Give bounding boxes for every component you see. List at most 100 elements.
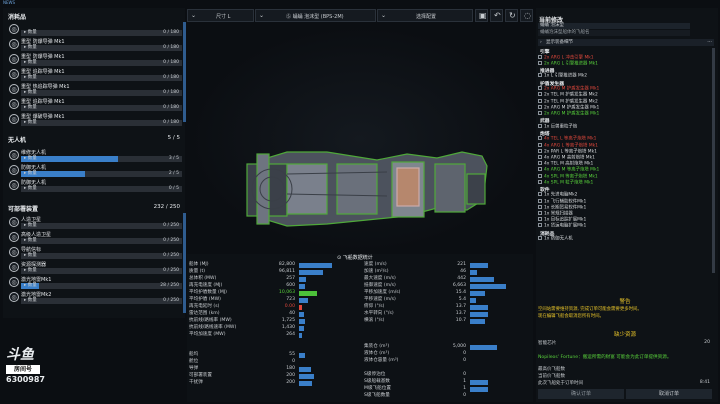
checkbox-icon[interactable]	[538, 236, 542, 241]
modification-item[interactable]: 2x ARG L 引擎推进器 Mk1	[538, 60, 708, 67]
item-quantity-bar[interactable]: ▸ 数量 0 / 250	[21, 238, 182, 244]
checkbox-icon[interactable]	[538, 198, 542, 203]
ship-name-input[interactable]: 蛹蛹泡沫型船体的飞船名	[538, 30, 690, 36]
checkbox-icon[interactable]	[538, 204, 542, 209]
modification-item[interactable]: 1x 目标追踪扩展Mk1	[538, 217, 708, 223]
deployable-item[interactable]: ◎ 资源探测器 ▸ 数量 0 / 250	[7, 260, 183, 274]
item-quantity-bar[interactable]: ▸ 数量 0 / 180	[21, 105, 182, 111]
item-quantity-bar[interactable]: ▸ 数量 2 / 5	[21, 171, 182, 177]
checkbox-icon[interactable]	[538, 148, 542, 153]
modification-item[interactable]: 4x SPL M 粒子炮塔 Mk1	[538, 179, 708, 186]
modification-item[interactable]: 2x TEL M 护盾发生器 Mk2	[538, 98, 708, 105]
checkbox-icon[interactable]	[538, 92, 542, 97]
left-scrollbar-2[interactable]	[183, 213, 186, 313]
consumable-item[interactable]: ◎ 重型 热追踪导弹 Mk1 ▸ 数量 0 / 180	[7, 82, 183, 96]
config-dropdown[interactable]: ⌄ 选择配置	[377, 9, 473, 22]
item-quantity-bar[interactable]: ▸ 数量 0 / 180	[21, 75, 182, 81]
item-quantity-bar[interactable]: ▸ 数量 0 / 180	[21, 90, 182, 96]
left-scrollbar[interactable]	[183, 22, 186, 122]
item-quantity-bar[interactable]: ▸ 数量 0 / 250	[21, 223, 182, 229]
item-quantity-bar[interactable]: ▸ 数量 0 / 180	[21, 45, 182, 51]
modification-item[interactable]: 1x 防御无人机	[538, 236, 708, 242]
item-quantity-bar[interactable]: ▸ 数量 3 / 5	[21, 156, 182, 162]
modification-item[interactable]: 2x PAR L 等离子炮塔 Mk1	[538, 148, 708, 155]
item-quantity-bar[interactable]: ▸ 数量 0 / 180	[21, 30, 182, 36]
checkbox-icon[interactable]	[538, 217, 542, 222]
stat-bar	[470, 386, 488, 392]
checkbox-icon[interactable]	[538, 86, 542, 91]
modification-item[interactable]: 4x ARG M 等离子炮塔 Mk1	[538, 167, 708, 173]
drone-item[interactable]: ◎ 防御无人机 ▸ 数量 2 / 5	[7, 163, 183, 177]
modification-item[interactable]: 1x 常规扫描器	[538, 211, 708, 217]
consumable-item[interactable]: ◎ 重型 追踪导弹 Mk1 ▸ 数量 0 / 180	[7, 97, 183, 111]
modification-item[interactable]: 2x TEL M 护盾发生器 Mk2	[538, 92, 708, 98]
undo-button[interactable]: ↶	[490, 9, 503, 22]
ship-name-field[interactable]: 蛹蛹 泡沫型	[538, 23, 690, 29]
checkbox-icon[interactable]	[538, 98, 542, 103]
checkbox-icon[interactable]	[538, 60, 542, 65]
stat-bar	[299, 283, 305, 289]
modification-item[interactable]: 4x TEL L 等离子炮塔 Mk1	[538, 136, 708, 142]
ship-viewport[interactable]	[187, 24, 533, 254]
drone-item[interactable]: ◎ 维修无人机 ▸ 数量 3 / 5	[7, 148, 183, 162]
modification-item[interactable]: 1x L 引擎推进器 Mk2	[538, 73, 708, 79]
modification-item[interactable]: 4x SPL M 等离子炮塔 Mk1	[538, 173, 708, 180]
modification-item[interactable]: 1x 飞行辅助软件Mk1	[538, 198, 708, 205]
modification-item[interactable]: 2x ARG L 冲击引擎 Mk1	[538, 54, 708, 61]
modification-item[interactable]: 4x ARG L 等离子炮塔 Mk1	[538, 142, 708, 149]
checkbox-icon[interactable]	[538, 142, 542, 147]
detail-bar-options[interactable]: ···	[676, 39, 714, 46]
checkbox-icon[interactable]	[538, 123, 542, 128]
save-button[interactable]: ▣	[475, 9, 488, 22]
item-quantity-bar[interactable]: ▸ 数量 28 / 250	[21, 283, 182, 289]
deployable-item[interactable]: ◎ 导航信标 ▸ 数量 0 / 250	[7, 245, 183, 259]
drone-item[interactable]: ◎ 防御无人机 ▸ 数量 0 / 5	[7, 178, 183, 192]
consumable-item[interactable]: ◎ 重型 防爆导弹 Mk1 ▸ 数量 0 / 180	[7, 37, 183, 51]
modification-item[interactable]: 1x 巨兽重粒子炮	[538, 123, 708, 130]
checkbox-icon[interactable]	[538, 110, 542, 115]
refresh-button[interactable]: ◌	[520, 9, 533, 22]
modification-item[interactable]: 1x 先进电脑Mk2	[538, 192, 708, 198]
deployable-item[interactable]: ◎ 人造卫星 ▸ 数量 0 / 250	[7, 215, 183, 229]
checkbox-icon[interactable]	[538, 173, 542, 178]
modification-item[interactable]: 2x ARG M 护盾发生器 Mk1	[538, 86, 708, 92]
deployable-item[interactable]: ◎ 激光地雷Mk1 ▸ 数量 28 / 250	[7, 275, 183, 289]
modification-item[interactable]: 1x 长期贸易软件Mk1	[538, 204, 708, 211]
checkbox-icon[interactable]	[538, 161, 542, 166]
confirm-order-button[interactable]: 确认订单	[538, 389, 624, 399]
equipment-detail-toggle[interactable]: › 显示装备细节	[538, 39, 686, 46]
checkbox-icon[interactable]	[538, 104, 542, 109]
deployable-item[interactable]: ◎ 高级人造卫星 ▸ 数量 0 / 250	[7, 230, 183, 244]
item-quantity-bar[interactable]: ▸ 数量 0 / 250	[21, 268, 182, 274]
checkbox-icon[interactable]	[538, 192, 542, 197]
modification-item[interactable]: 4x TEL M 高射炮塔 Mk1	[538, 161, 708, 167]
size-dropdown[interactable]: ⌄ 尺寸 L	[187, 9, 254, 22]
checkbox-icon[interactable]	[538, 136, 542, 141]
right-scrollbar[interactable]	[712, 48, 715, 273]
modification-item[interactable]: 4x ARG M 高射炮塔 Mk1	[538, 154, 708, 161]
checkbox-icon[interactable]	[538, 179, 542, 184]
checkbox-icon[interactable]	[538, 154, 542, 159]
checkbox-icon[interactable]	[538, 167, 542, 172]
consumable-item[interactable]: ◎ 重型 爆破导弹 Mk1 ▸ 数量 0 / 180	[7, 112, 183, 126]
item-quantity-bar[interactable]: ▸ 数量 0 / 250	[21, 253, 182, 259]
item-quantity-bar[interactable]: ▸ 数量 0 / 5	[21, 186, 182, 192]
checkbox-icon[interactable]	[538, 211, 542, 215]
checkbox-icon[interactable]	[538, 73, 542, 78]
item-quantity-bar[interactable]: ▸ 数量 0 / 180	[21, 60, 182, 66]
checkbox-icon[interactable]	[538, 54, 542, 59]
consumable-item[interactable]: ◎ ▸ 数量 0 / 180	[7, 22, 183, 36]
modification-item[interactable]: 2x ARG M 护盾发生器 Mk1	[538, 110, 708, 117]
cost-label: 当前价飞船数	[538, 374, 565, 379]
ship-dropdown[interactable]: ⌄ Ⓢ 蛹蛹 泡沫型 (BPS-2M)	[255, 9, 376, 22]
cancel-order-button[interactable]: 取消订单	[626, 389, 712, 399]
modification-item[interactable]: 1x 货运电脑扩展Mk1	[538, 223, 708, 229]
modification-item[interactable]: 2x ARG M 护盾发生器 Mk1	[538, 104, 708, 111]
checkbox-icon[interactable]	[538, 223, 542, 228]
consumable-item[interactable]: ◎ 重型 追踪导弹 Mk1 ▸ 数量 0 / 180	[7, 67, 183, 81]
consumable-item[interactable]: ◎ 重型 防爆导弹 Mk1 ▸ 数量 0 / 180	[7, 52, 183, 66]
item-quantity-bar[interactable]: ▸ 数量 0 / 180	[21, 120, 182, 126]
reset-button[interactable]: ↻	[505, 9, 518, 22]
item-quantity-bar[interactable]: ▸ 数量 0 / 250	[21, 298, 182, 304]
deployable-item[interactable]: ◎ 激光地雷Mk2 ▸ 数量 0 / 250	[7, 290, 183, 304]
